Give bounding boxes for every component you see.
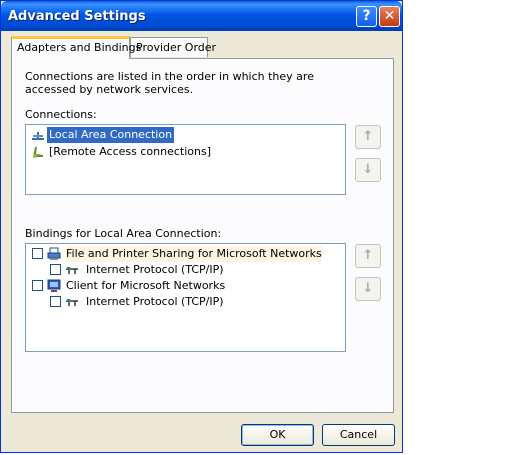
tab-provider-order[interactable]: Provider Order — [130, 37, 216, 57]
binding-checkbox[interactable] — [50, 296, 61, 307]
arrow-up-icon: ↑ — [362, 248, 374, 263]
tab-adapters-and-bindings[interactable]: Adapters and Bindings — [11, 36, 141, 59]
close-button[interactable]: ✕ — [379, 6, 400, 27]
cancel-button[interactable]: Cancel — [322, 424, 395, 446]
tree-item-label: File and Printer Sharing for Microsoft N… — [66, 246, 322, 262]
bindings-tree[interactable]: File and Printer Sharing for Microsoft N… — [25, 243, 346, 352]
connections-label: Connections: — [25, 108, 97, 121]
connections-description: Connections are listed in the order in w… — [25, 70, 314, 96]
ok-button[interactable]: OK — [241, 424, 314, 446]
advanced-settings-dialog: Advanced Settings ? ✕ Adapters and Bindi… — [0, 0, 403, 453]
binding-checkbox[interactable] — [32, 248, 43, 259]
list-item-label: [Remote Access connections] — [49, 145, 212, 158]
tab-label: Adapters and Bindings — [17, 41, 142, 54]
list-item-label: Local Area Connection — [47, 127, 175, 143]
arrow-down-icon: ↓ — [362, 281, 374, 296]
window-title: Advanced Settings — [8, 9, 146, 24]
client-icon — [47, 279, 61, 292]
bindings-label: Bindings for Local Area Connection: — [25, 227, 222, 240]
connection-move-down-button[interactable]: ↓ — [355, 158, 381, 182]
binding-move-down-button[interactable]: ↓ — [355, 277, 381, 301]
tree-item-label: Internet Protocol (TCP/IP) — [86, 295, 224, 308]
tree-item[interactable]: File and Printer Sharing for Microsoft N… — [32, 246, 332, 262]
arrow-up-icon: ↑ — [362, 129, 374, 144]
protocol-icon — [66, 299, 78, 306]
connections-list[interactable]: Local Area Connection [Remote Access con… — [25, 124, 346, 195]
arrow-down-icon: ↓ — [362, 162, 374, 177]
protocol-icon — [66, 267, 78, 274]
tree-item-label: Internet Protocol (TCP/IP) — [86, 263, 224, 276]
binding-checkbox[interactable] — [32, 280, 43, 291]
help-button[interactable]: ? — [356, 6, 377, 27]
binding-checkbox[interactable] — [50, 264, 61, 275]
tab-label: Provider Order — [136, 41, 217, 54]
tab-panel: Connections are listed in the order in w… — [11, 58, 394, 413]
binding-move-up-button[interactable]: ↑ — [355, 244, 381, 268]
tree-item-label: Client for Microsoft Networks — [66, 279, 226, 292]
connection-move-up-button[interactable]: ↑ — [355, 125, 381, 149]
title-bar[interactable]: Advanced Settings ? ✕ — [1, 1, 402, 31]
remote-access-icon — [33, 147, 43, 158]
file-printer-sharing-icon — [47, 247, 61, 260]
network-connection-icon — [32, 132, 44, 140]
